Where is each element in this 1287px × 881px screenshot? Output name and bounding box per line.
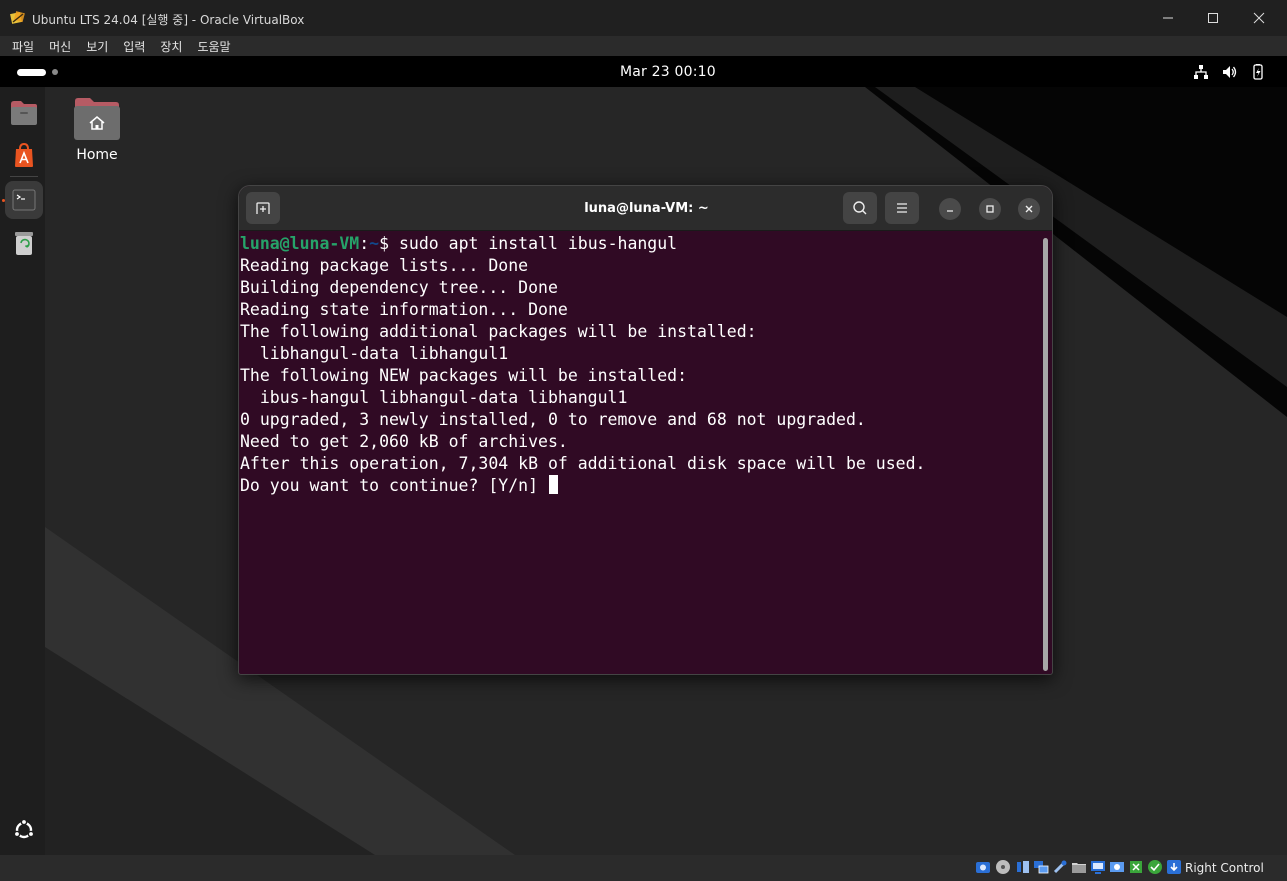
minimize-icon <box>947 210 953 212</box>
output-line: libhangul-data libhangul1 <box>240 344 509 363</box>
hamburger-menu-icon <box>897 203 907 213</box>
dock-item-trash[interactable] <box>5 224 43 262</box>
minimize-icon <box>1163 17 1173 19</box>
menu-file[interactable]: 파일 <box>12 38 34 55</box>
maximize-icon <box>1208 13 1218 23</box>
output-line: The following NEW packages will be insta… <box>240 366 688 385</box>
command-text: sudo apt install ibus-hangul <box>389 234 678 253</box>
window-title: Ubuntu LTS 24.04 [실행 중] - Oracle Virtual… <box>32 13 305 27</box>
vbox-menu-bar: 파일 머신 보기 입력 장치 도움말 <box>0 36 1287 56</box>
home-folder-label[interactable]: Home <box>63 147 131 163</box>
clock[interactable]: Mar 23 00:10 <box>620 64 716 80</box>
terminal-header-bar[interactable]: luna@luna-VM: ~ <box>239 186 1052 231</box>
dock-item-app-center[interactable] <box>5 136 43 174</box>
terminal-icon <box>12 189 36 211</box>
output-line: ibus-hangul libhangul-data libhangul1 <box>240 388 628 407</box>
host-key-label: Right Control <box>1185 861 1264 875</box>
network-icon[interactable] <box>1193 64 1209 80</box>
workspace-indicator-active[interactable] <box>17 69 46 76</box>
virtualbox-app-icon <box>10 11 25 24</box>
dock-item-terminal[interactable] <box>5 181 43 219</box>
host-key-icon[interactable] <box>1166 859 1182 875</box>
close-icon <box>1253 12 1265 24</box>
vbox-status-bar: Right Control <box>0 855 1287 881</box>
terminal-output[interactable]: luna@luna-VM:~$ sudo apt install ibus-ha… <box>240 233 1040 671</box>
battery-icon[interactable] <box>1250 64 1266 80</box>
dock-item-files[interactable] <box>5 94 43 132</box>
vbox-title-bar: Ubuntu LTS 24.04 [실행 중] - Oracle Virtual… <box>0 0 1287 36</box>
terminal-close-button[interactable] <box>1018 198 1040 220</box>
prompt-user: luna@luna-VM <box>240 234 360 253</box>
trash-icon <box>15 232 33 255</box>
menu-input[interactable]: 입력 <box>123 38 145 55</box>
prompt-path: ~ <box>369 234 380 253</box>
terminal-maximize-button[interactable] <box>979 198 1001 220</box>
maximize-button[interactable] <box>1190 0 1236 36</box>
network-adapter-icon[interactable] <box>1033 859 1049 875</box>
audio-icon[interactable] <box>1015 859 1031 875</box>
gnome-top-bar: Mar 23 00:10 <box>0 56 1287 87</box>
menu-machine[interactable]: 머신 <box>49 38 71 55</box>
prompt-line: luna@luna-VM:~$ sudo apt install ibus-ha… <box>240 233 1040 255</box>
shared-folders-icon[interactable] <box>1071 859 1087 875</box>
app-center-icon <box>15 142 33 167</box>
menu-help[interactable]: 도움말 <box>197 38 230 55</box>
menu-view[interactable]: 보기 <box>86 38 108 55</box>
ubuntu-logo-icon <box>13 819 35 839</box>
optical-drive-icon[interactable] <box>995 859 1011 875</box>
close-button[interactable] <box>1236 0 1282 36</box>
output-line: 0 upgraded, 3 newly installed, 0 to remo… <box>240 410 866 429</box>
prompt-separator: : <box>359 234 370 253</box>
prompt-symbol: $ <box>379 234 390 253</box>
menu-devices[interactable]: 장치 <box>160 38 182 55</box>
terminal-scrollbar[interactable] <box>1043 238 1048 671</box>
display-icon[interactable] <box>1090 859 1106 875</box>
recording-icon[interactable] <box>1109 859 1125 875</box>
continue-question-line: Do you want to continue? [Y/n] <box>240 475 1040 497</box>
dock-show-apps[interactable] <box>5 811 43 849</box>
ubuntu-dock <box>0 87 45 855</box>
search-button[interactable] <box>843 192 877 224</box>
folder-icon <box>11 101 37 125</box>
terminal-window[interactable]: luna@luna-VM: ~ luna@luna-VM:~$ sudo apt… <box>238 185 1053 675</box>
usb-icon[interactable] <box>1052 859 1068 875</box>
output-line: The following additional packages will b… <box>240 322 757 341</box>
vt-x-icon[interactable] <box>1147 859 1163 875</box>
terminal-running-indicator <box>2 199 5 202</box>
menu-button[interactable] <box>885 192 919 224</box>
output-line: After this operation, 7,304 kB of additi… <box>240 454 926 473</box>
close-icon <box>1025 205 1033 213</box>
output-line: Reading state information... Done <box>240 300 568 319</box>
guest-display[interactable]: Mar 23 00:10 Home luna@luna-VM: ~ luna@l… <box>0 56 1287 855</box>
workspace-indicator-inactive[interactable] <box>52 69 58 75</box>
volume-icon[interactable] <box>1221 64 1237 80</box>
continue-question: Do you want to continue? [Y/n] <box>240 476 548 495</box>
output-line: Reading package lists... Done <box>240 256 529 275</box>
desktop[interactable]: Home luna@luna-VM: ~ luna@luna-VM:~$ sud… <box>45 87 1287 855</box>
cpu-icon[interactable] <box>1128 859 1144 875</box>
folder-home-icon <box>74 98 120 140</box>
terminal-minimize-button[interactable] <box>939 198 961 220</box>
minimize-button[interactable] <box>1145 0 1191 36</box>
home-folder-icon[interactable] <box>73 97 121 141</box>
maximize-icon <box>986 205 994 213</box>
terminal-title: luna@luna-VM: ~ <box>584 201 709 216</box>
output-line: Need to get 2,060 kB of archives. <box>240 432 568 451</box>
hard-disk-icon[interactable] <box>975 859 991 875</box>
output-line: Building dependency tree... Done <box>240 278 558 297</box>
text-cursor <box>548 475 558 494</box>
dock-separator <box>10 176 38 177</box>
search-icon <box>853 201 867 215</box>
